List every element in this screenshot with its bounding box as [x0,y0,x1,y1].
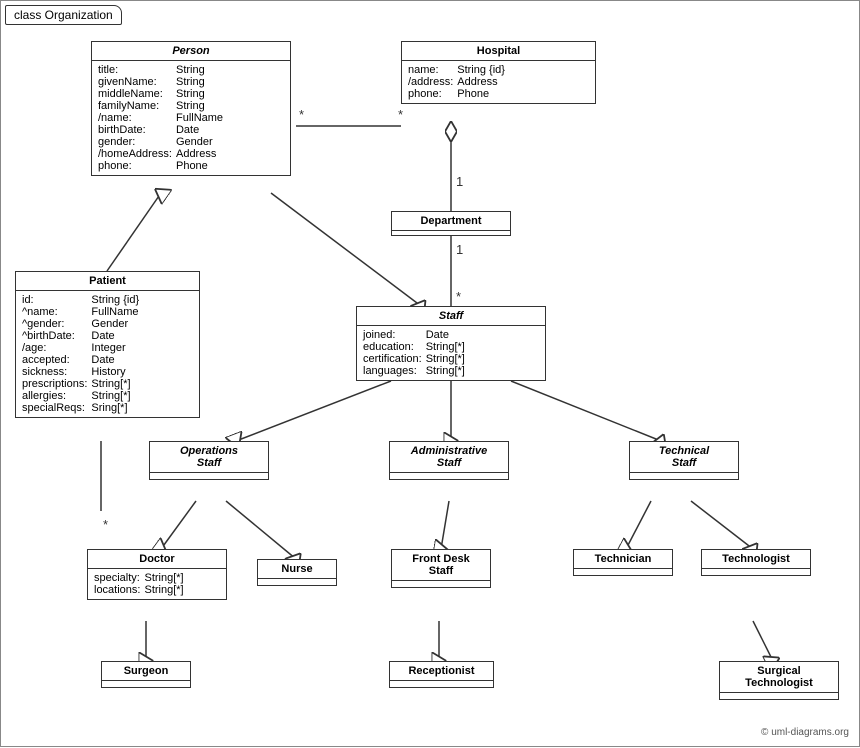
class-surgeon-header: Surgeon [102,662,190,681]
class-receptionist-header: Receptionist [390,662,493,681]
class-technician-body [574,569,672,575]
class-front-desk-staff: Front Desk Staff [391,549,491,588]
class-patient-body: id:String {id} ^name:FullName ^gender:Ge… [16,291,199,417]
svg-text:*: * [398,107,403,122]
class-technician: Technician [573,549,673,576]
class-technologist-body [702,569,810,575]
class-patient: Patient id:String {id} ^name:FullName ^g… [15,271,200,418]
class-hospital-header: Hospital [402,42,595,61]
class-surgeon: Surgeon [101,661,191,688]
class-staff-body: joined:Date education:String[*] certific… [357,326,545,380]
class-administrative-staff-header: Administrative Staff [390,442,508,473]
class-front-desk-staff-body [392,581,490,587]
class-staff: Staff joined:Date education:String[*] ce… [356,306,546,381]
class-department: Department [391,211,511,236]
class-nurse: Nurse [257,559,337,586]
class-operations-staff: Operations Staff [149,441,269,480]
class-person-body: title:String givenName:String middleName… [92,61,290,175]
class-staff-header: Staff [357,307,545,326]
class-operations-staff-body [150,473,268,479]
svg-text:*: * [456,289,461,304]
class-hospital-body: name:String {id} /address:Address phone:… [402,61,595,103]
class-department-body [392,231,510,235]
class-person: Person title:String givenName:String mid… [91,41,291,176]
svg-text:*: * [103,517,108,532]
class-technician-header: Technician [574,550,672,569]
class-receptionist-body [390,681,493,687]
class-technical-staff-header: Technical Staff [630,442,738,473]
class-operations-staff-header: Operations Staff [150,442,268,473]
class-administrative-staff: Administrative Staff [389,441,509,480]
class-nurse-header: Nurse [258,560,336,579]
class-hospital: Hospital name:String {id} /address:Addre… [401,41,596,104]
class-patient-header: Patient [16,272,199,291]
class-doctor-body: specialty:String[*] locations:String[*] [88,569,226,599]
class-technologist: Technologist [701,549,811,576]
copyright: © uml-diagrams.org [761,727,849,738]
svg-text:1: 1 [456,242,463,257]
class-front-desk-staff-header: Front Desk Staff [392,550,490,581]
class-administrative-staff-body [390,473,508,479]
diagram-container: class Organization Department (aggregati… [0,0,860,747]
class-surgical-technologist-body [720,693,838,699]
class-person-header: Person [92,42,290,61]
class-surgical-technologist-header: Surgical Technologist [720,662,838,693]
class-surgeon-body [102,681,190,687]
class-technical-staff-body [630,473,738,479]
diagram-title: class Organization [5,5,122,25]
class-doctor: Doctor specialty:String[*] locations:Str… [87,549,227,600]
class-nurse-body [258,579,336,585]
class-department-header: Department [392,212,510,231]
class-surgical-technologist: Surgical Technologist [719,661,839,700]
class-doctor-header: Doctor [88,550,226,569]
class-technologist-header: Technologist [702,550,810,569]
class-receptionist: Receptionist [389,661,494,688]
svg-text:*: * [299,107,304,122]
class-technical-staff: Technical Staff [629,441,739,480]
svg-text:1: 1 [456,174,463,189]
